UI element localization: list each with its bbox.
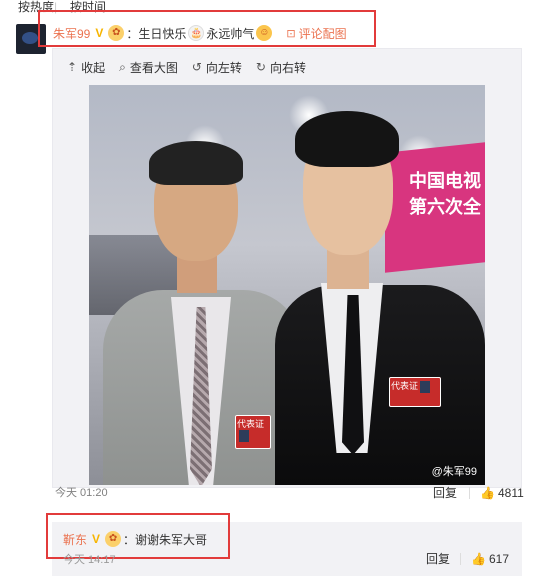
comment-photo[interactable]: 中国电视 第六次全 代表证 代表证 @朱军99 bbox=[89, 85, 485, 485]
comment-1-actions: 回复 👍 4811 bbox=[433, 484, 524, 501]
divider bbox=[460, 552, 462, 565]
like-count[interactable]: 617 bbox=[489, 552, 509, 566]
view-large-button[interactable]: ⌕ 查看大图 bbox=[119, 59, 178, 76]
person-right-hair bbox=[295, 111, 399, 167]
delegate-badge: 代表证 bbox=[389, 377, 441, 407]
banner-line-1: 中国电视 bbox=[409, 171, 481, 192]
delegate-badge-text: 代表证 bbox=[237, 419, 265, 429]
rotate-right-icon: ↻ bbox=[255, 60, 266, 74]
delegate-badge-text: 代表证 bbox=[391, 381, 419, 391]
banner-line-2: 第六次全 bbox=[409, 197, 481, 218]
like-count[interactable]: 4811 bbox=[498, 486, 524, 500]
collapse-button[interactable]: ⇡ 收起 bbox=[67, 59, 105, 76]
thumbs-up-icon[interactable]: 👍 bbox=[480, 486, 495, 500]
image-toolbar: ⇡ 收起 ⌕ 查看大图 ↺ 向左转 ↻ 向右转 bbox=[67, 58, 320, 76]
divider bbox=[469, 486, 471, 499]
rotate-left-label: 向左转 bbox=[205, 60, 242, 75]
collapse-label: 收起 bbox=[81, 60, 106, 75]
comment-2-timestamp: 今天 14:17 bbox=[63, 554, 116, 566]
reply-button[interactable]: 回复 bbox=[426, 550, 450, 567]
rotate-left-button[interactable]: ↺ 向左转 bbox=[192, 59, 242, 76]
badge-photo bbox=[239, 430, 249, 442]
media-panel: ⇡ 收起 ⌕ 查看大图 ↺ 向左转 ↻ 向右转 中国电视 第六次全 代表证 代表… bbox=[52, 48, 522, 488]
search-icon: ⌕ bbox=[119, 59, 126, 74]
delegate-badge: 代表证 bbox=[235, 415, 271, 449]
photo-watermark: @朱军99 bbox=[431, 466, 477, 478]
badge-photo bbox=[420, 380, 431, 393]
arrow-up-icon: ⇡ bbox=[67, 60, 78, 74]
banner-text: 中国电视 第六次全 bbox=[409, 169, 481, 221]
reply-button[interactable]: 回复 bbox=[433, 484, 457, 501]
rotate-right-label: 向右转 bbox=[269, 60, 306, 75]
rotate-right-button[interactable]: ↻ 向右转 bbox=[256, 59, 306, 76]
highlight-box-1 bbox=[38, 10, 376, 47]
rotate-left-icon: ↺ bbox=[191, 60, 202, 74]
view-large-label: 查看大图 bbox=[129, 60, 178, 75]
thumbs-up-icon[interactable]: 👍 bbox=[471, 552, 486, 566]
person-left-hair bbox=[149, 141, 243, 185]
comment-1-timestamp: 今天 01:20 bbox=[55, 487, 108, 499]
comment-2-actions: 回复 👍 617 bbox=[426, 550, 509, 567]
